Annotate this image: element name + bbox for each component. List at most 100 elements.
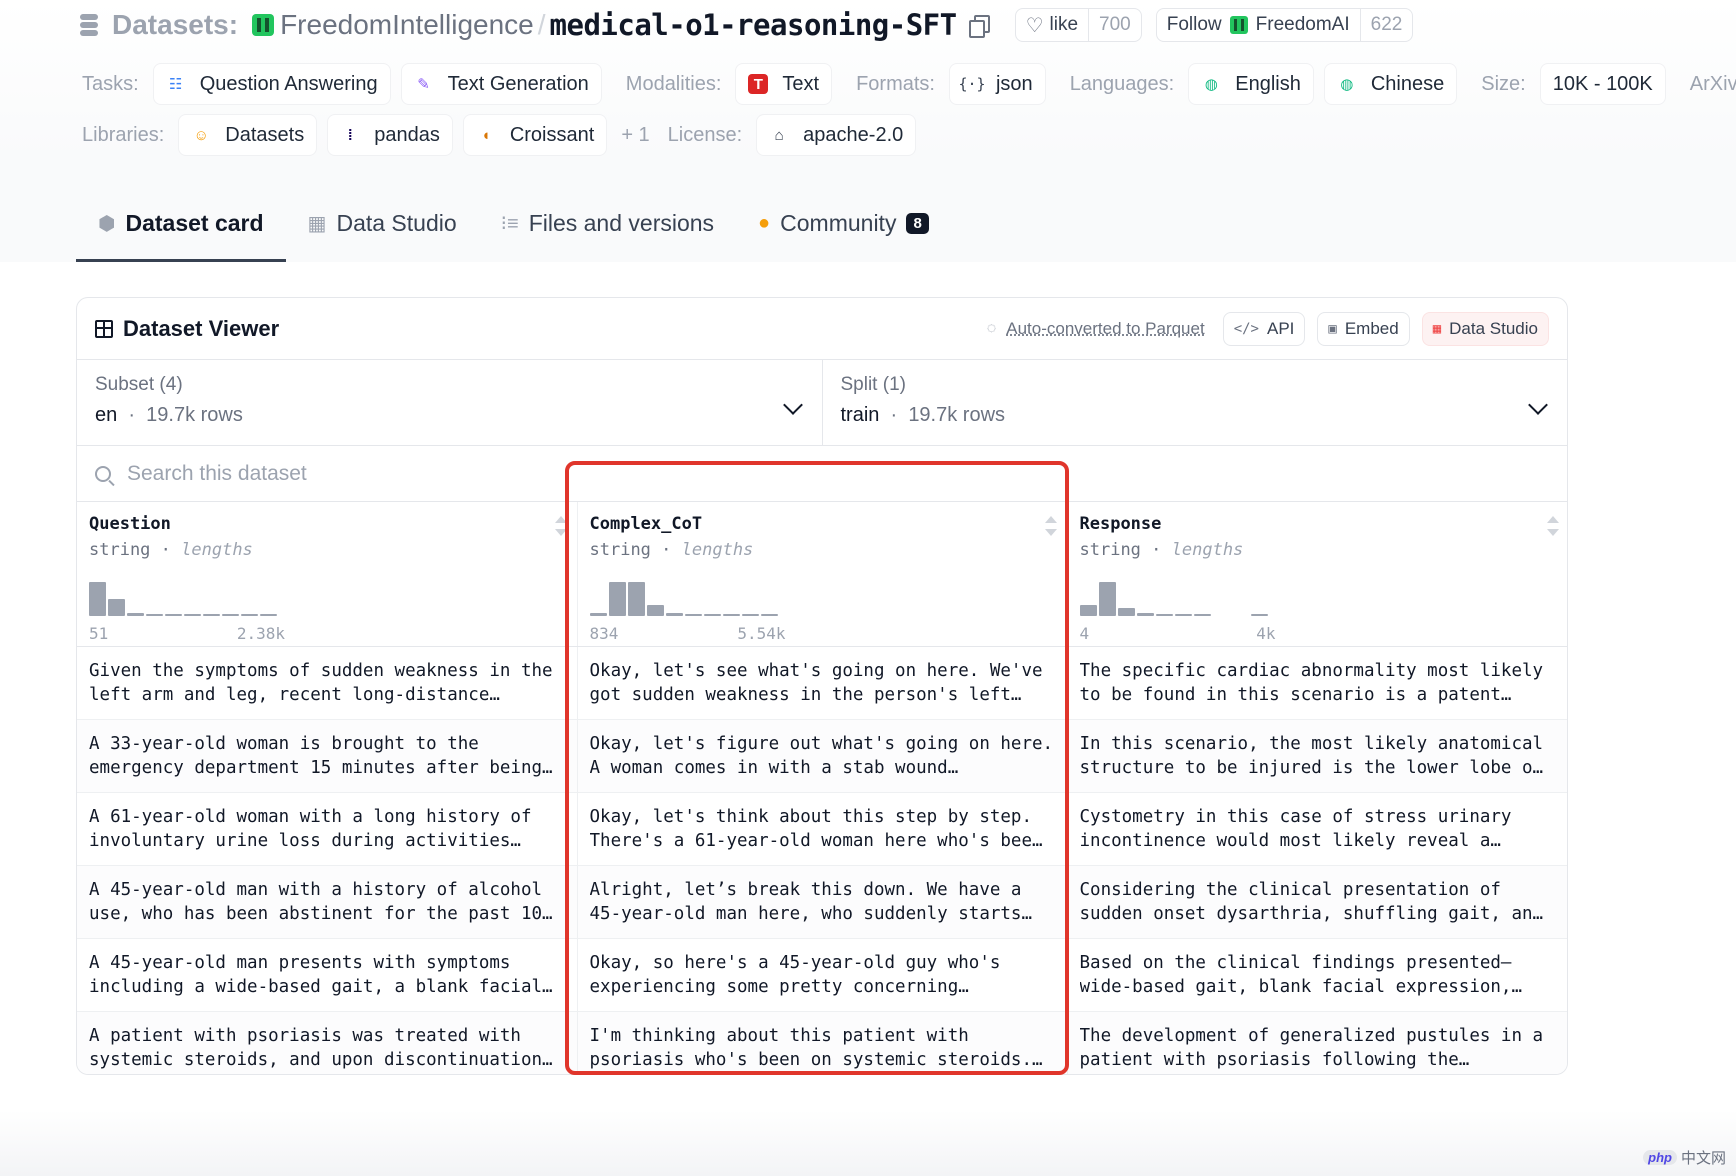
table-row[interactable]: Given the symptoms of sudden weakness in… bbox=[77, 646, 1567, 720]
table-cell[interactable]: Considering the clinical presentation of… bbox=[1066, 865, 1567, 939]
table-cell[interactable]: A 45-year-old man with a history of alco… bbox=[77, 865, 577, 939]
tag-label: Datasets bbox=[225, 123, 305, 146]
table-row[interactable]: A 61-year-old woman with a long history … bbox=[77, 792, 1567, 866]
histogram-bar[interactable] bbox=[627, 581, 645, 616]
table-cell[interactable]: A 45-year-old man presents with symptoms… bbox=[77, 938, 577, 1012]
more-libraries[interactable]: + 1 bbox=[621, 124, 649, 147]
table-cell[interactable]: In this scenario, the most likely anatom… bbox=[1066, 719, 1567, 793]
code-icon: </> bbox=[1233, 320, 1259, 337]
histogram-bar[interactable] bbox=[665, 612, 683, 616]
tag-english[interactable]: ◍ English bbox=[1188, 63, 1314, 105]
histogram-bar[interactable] bbox=[1193, 614, 1211, 616]
histogram-bar[interactable] bbox=[1155, 614, 1173, 616]
histogram-bar[interactable] bbox=[703, 614, 721, 616]
histogram-bar[interactable] bbox=[741, 614, 759, 616]
tag-pandas-lib[interactable]: ⁞ pandas bbox=[327, 114, 453, 156]
table-row[interactable]: A 33-year-old woman is brought to the em… bbox=[77, 719, 1567, 793]
histogram-bar[interactable] bbox=[760, 614, 778, 616]
sort-icon[interactable] bbox=[1547, 516, 1559, 536]
repo-tabs: ⬢ Dataset card ▦ Data Studio ⁝≡ Files and v… bbox=[76, 196, 951, 262]
table-cell[interactable]: The specific cardiac abnormality most li… bbox=[1066, 646, 1567, 720]
cube-icon: ⬢ bbox=[98, 212, 116, 235]
org-avatar[interactable] bbox=[252, 14, 275, 36]
table-cell[interactable]: Cystometry in this case of stress urinar… bbox=[1066, 792, 1567, 866]
table-cell[interactable]: A 33-year-old woman is brought to the em… bbox=[77, 719, 577, 793]
column-header-response[interactable]: Response string · lengths 4 4k bbox=[1066, 502, 1567, 647]
histogram-bar[interactable] bbox=[1174, 614, 1192, 616]
table-cell[interactable]: Okay, let's see what's going on here. We… bbox=[576, 646, 1067, 720]
histogram-bar[interactable] bbox=[684, 614, 702, 616]
table-cell[interactable]: Okay, so here's a 45-year-old guy who's … bbox=[576, 938, 1067, 1012]
tag-datasets-lib[interactable]: ☺ Datasets bbox=[178, 114, 318, 156]
histogram-bar[interactable] bbox=[589, 612, 607, 616]
follow-button[interactable]: Follow FreedomAI 622 bbox=[1155, 8, 1414, 42]
histogram-bar[interactable] bbox=[241, 614, 258, 616]
tab-community[interactable]: ● Community 8 bbox=[736, 196, 951, 250]
search-input[interactable] bbox=[127, 461, 627, 486]
table-cell[interactable]: I'm thinking about this patient with pso… bbox=[576, 1011, 1067, 1074]
table-row[interactable]: A 45-year-old man with a history of alco… bbox=[77, 865, 1567, 939]
length-histogram bbox=[1079, 576, 1558, 616]
subset-split-selectors: Subset (4) en · 19.7k rows Split (1) tra… bbox=[77, 360, 1567, 446]
tag-croissant-lib[interactable]: ◖ Croissant bbox=[462, 114, 608, 156]
auto-converted-link[interactable]: ◌ Auto-converted to Parquet bbox=[987, 319, 1205, 339]
subset-label: Subset (4) bbox=[95, 374, 183, 395]
tab-label: Community bbox=[780, 209, 897, 236]
histogram-bar[interactable] bbox=[108, 598, 125, 616]
table-cell[interactable]: Okay, let's figure out what's going on h… bbox=[576, 719, 1067, 793]
tag-text-generation[interactable]: ✎ Text Generation bbox=[400, 63, 602, 105]
sort-icon[interactable] bbox=[1044, 516, 1057, 536]
tab-dataset-card[interactable]: ⬢ Dataset card bbox=[76, 196, 286, 262]
histogram-bar[interactable] bbox=[1098, 581, 1116, 616]
like-button[interactable]: ♡ like 700 bbox=[1014, 8, 1142, 42]
table-row[interactable]: A patient with psoriasis was treated wit… bbox=[77, 1011, 1567, 1074]
libraries-row: Libraries: ☺ Datasets ⁞ pandas ◖ Croissant … bbox=[82, 113, 926, 157]
table-cell[interactable]: Okay, let's think about this step by ste… bbox=[576, 792, 1067, 866]
data-studio-button[interactable]: ▦ Data Studio bbox=[1421, 311, 1549, 346]
histogram-bar[interactable] bbox=[260, 614, 277, 616]
histogram-bar[interactable] bbox=[1117, 607, 1135, 616]
histogram-bar[interactable] bbox=[1079, 604, 1097, 616]
tag-license[interactable]: ⌂ apache-2.0 bbox=[756, 114, 917, 156]
split-select[interactable]: Split (1) train · 19.7k rows bbox=[821, 360, 1568, 445]
table-cell[interactable]: The development of generalized pustules … bbox=[1066, 1011, 1567, 1074]
datasets-prefix: Datasets: bbox=[112, 9, 239, 40]
histogram-bar[interactable] bbox=[1136, 612, 1154, 616]
subset-select[interactable]: Subset (4) en · 19.7k rows bbox=[77, 360, 822, 445]
copy-icon[interactable] bbox=[968, 15, 990, 38]
table-cell[interactable]: Given the symptoms of sudden weakness in… bbox=[77, 646, 577, 720]
embed-button[interactable]: ▣ Embed bbox=[1317, 311, 1410, 346]
histogram-bar[interactable] bbox=[146, 614, 163, 616]
histogram-bar[interactable] bbox=[203, 614, 220, 616]
histogram-bar[interactable] bbox=[222, 614, 239, 616]
histogram-bar[interactable] bbox=[127, 612, 144, 616]
table-row[interactable]: A 45-year-old man presents with symptoms… bbox=[77, 938, 1567, 1012]
table-cell[interactable]: Alright, let’s break this down. We have … bbox=[576, 865, 1067, 939]
text-generation-icon: ✎ bbox=[417, 76, 430, 93]
histogram-bar[interactable] bbox=[184, 614, 201, 616]
repo-name[interactable]: medical-o1-reasoning-SFT bbox=[550, 8, 958, 42]
histogram-bar[interactable] bbox=[1250, 614, 1268, 616]
table-cell[interactable]: A patient with psoriasis was treated wit… bbox=[77, 1011, 577, 1074]
sort-icon[interactable] bbox=[554, 516, 567, 536]
tag-text-modality[interactable]: T Text bbox=[735, 63, 833, 105]
tag-size[interactable]: 10K - 100K bbox=[1539, 63, 1666, 105]
histogram-bar[interactable] bbox=[722, 614, 740, 616]
tag-json[interactable]: {·} json bbox=[948, 63, 1046, 105]
histogram-bar[interactable] bbox=[646, 604, 664, 616]
column-header-complex_cot[interactable]: Complex_CoT string · lengths 834 5.54k bbox=[576, 502, 1067, 647]
org-link[interactable]: FreedomIntelligence bbox=[280, 9, 534, 41]
table-cell[interactable]: A 61-year-old woman with a long history … bbox=[77, 792, 577, 866]
api-button[interactable]: </> API bbox=[1222, 311, 1306, 346]
tag-question-answering[interactable]: ☷ Question Answering bbox=[152, 63, 391, 105]
table-cell[interactable]: Based on the clinical findings presented… bbox=[1066, 938, 1567, 1012]
tab-files-and-versions[interactable]: ⁝≡ Files and versions bbox=[479, 196, 736, 250]
histogram-bar[interactable] bbox=[89, 581, 106, 616]
column-header-question[interactable]: Question string · lengths 51 2.38k bbox=[77, 502, 577, 647]
histogram-bar[interactable] bbox=[608, 581, 626, 616]
histogram-bar[interactable] bbox=[165, 614, 182, 616]
like-label: like bbox=[1049, 14, 1079, 35]
community-icon: ● bbox=[758, 211, 771, 234]
tab-data-studio[interactable]: ▦ Data Studio bbox=[286, 196, 479, 250]
tag-chinese[interactable]: ◍ Chinese bbox=[1323, 63, 1458, 105]
